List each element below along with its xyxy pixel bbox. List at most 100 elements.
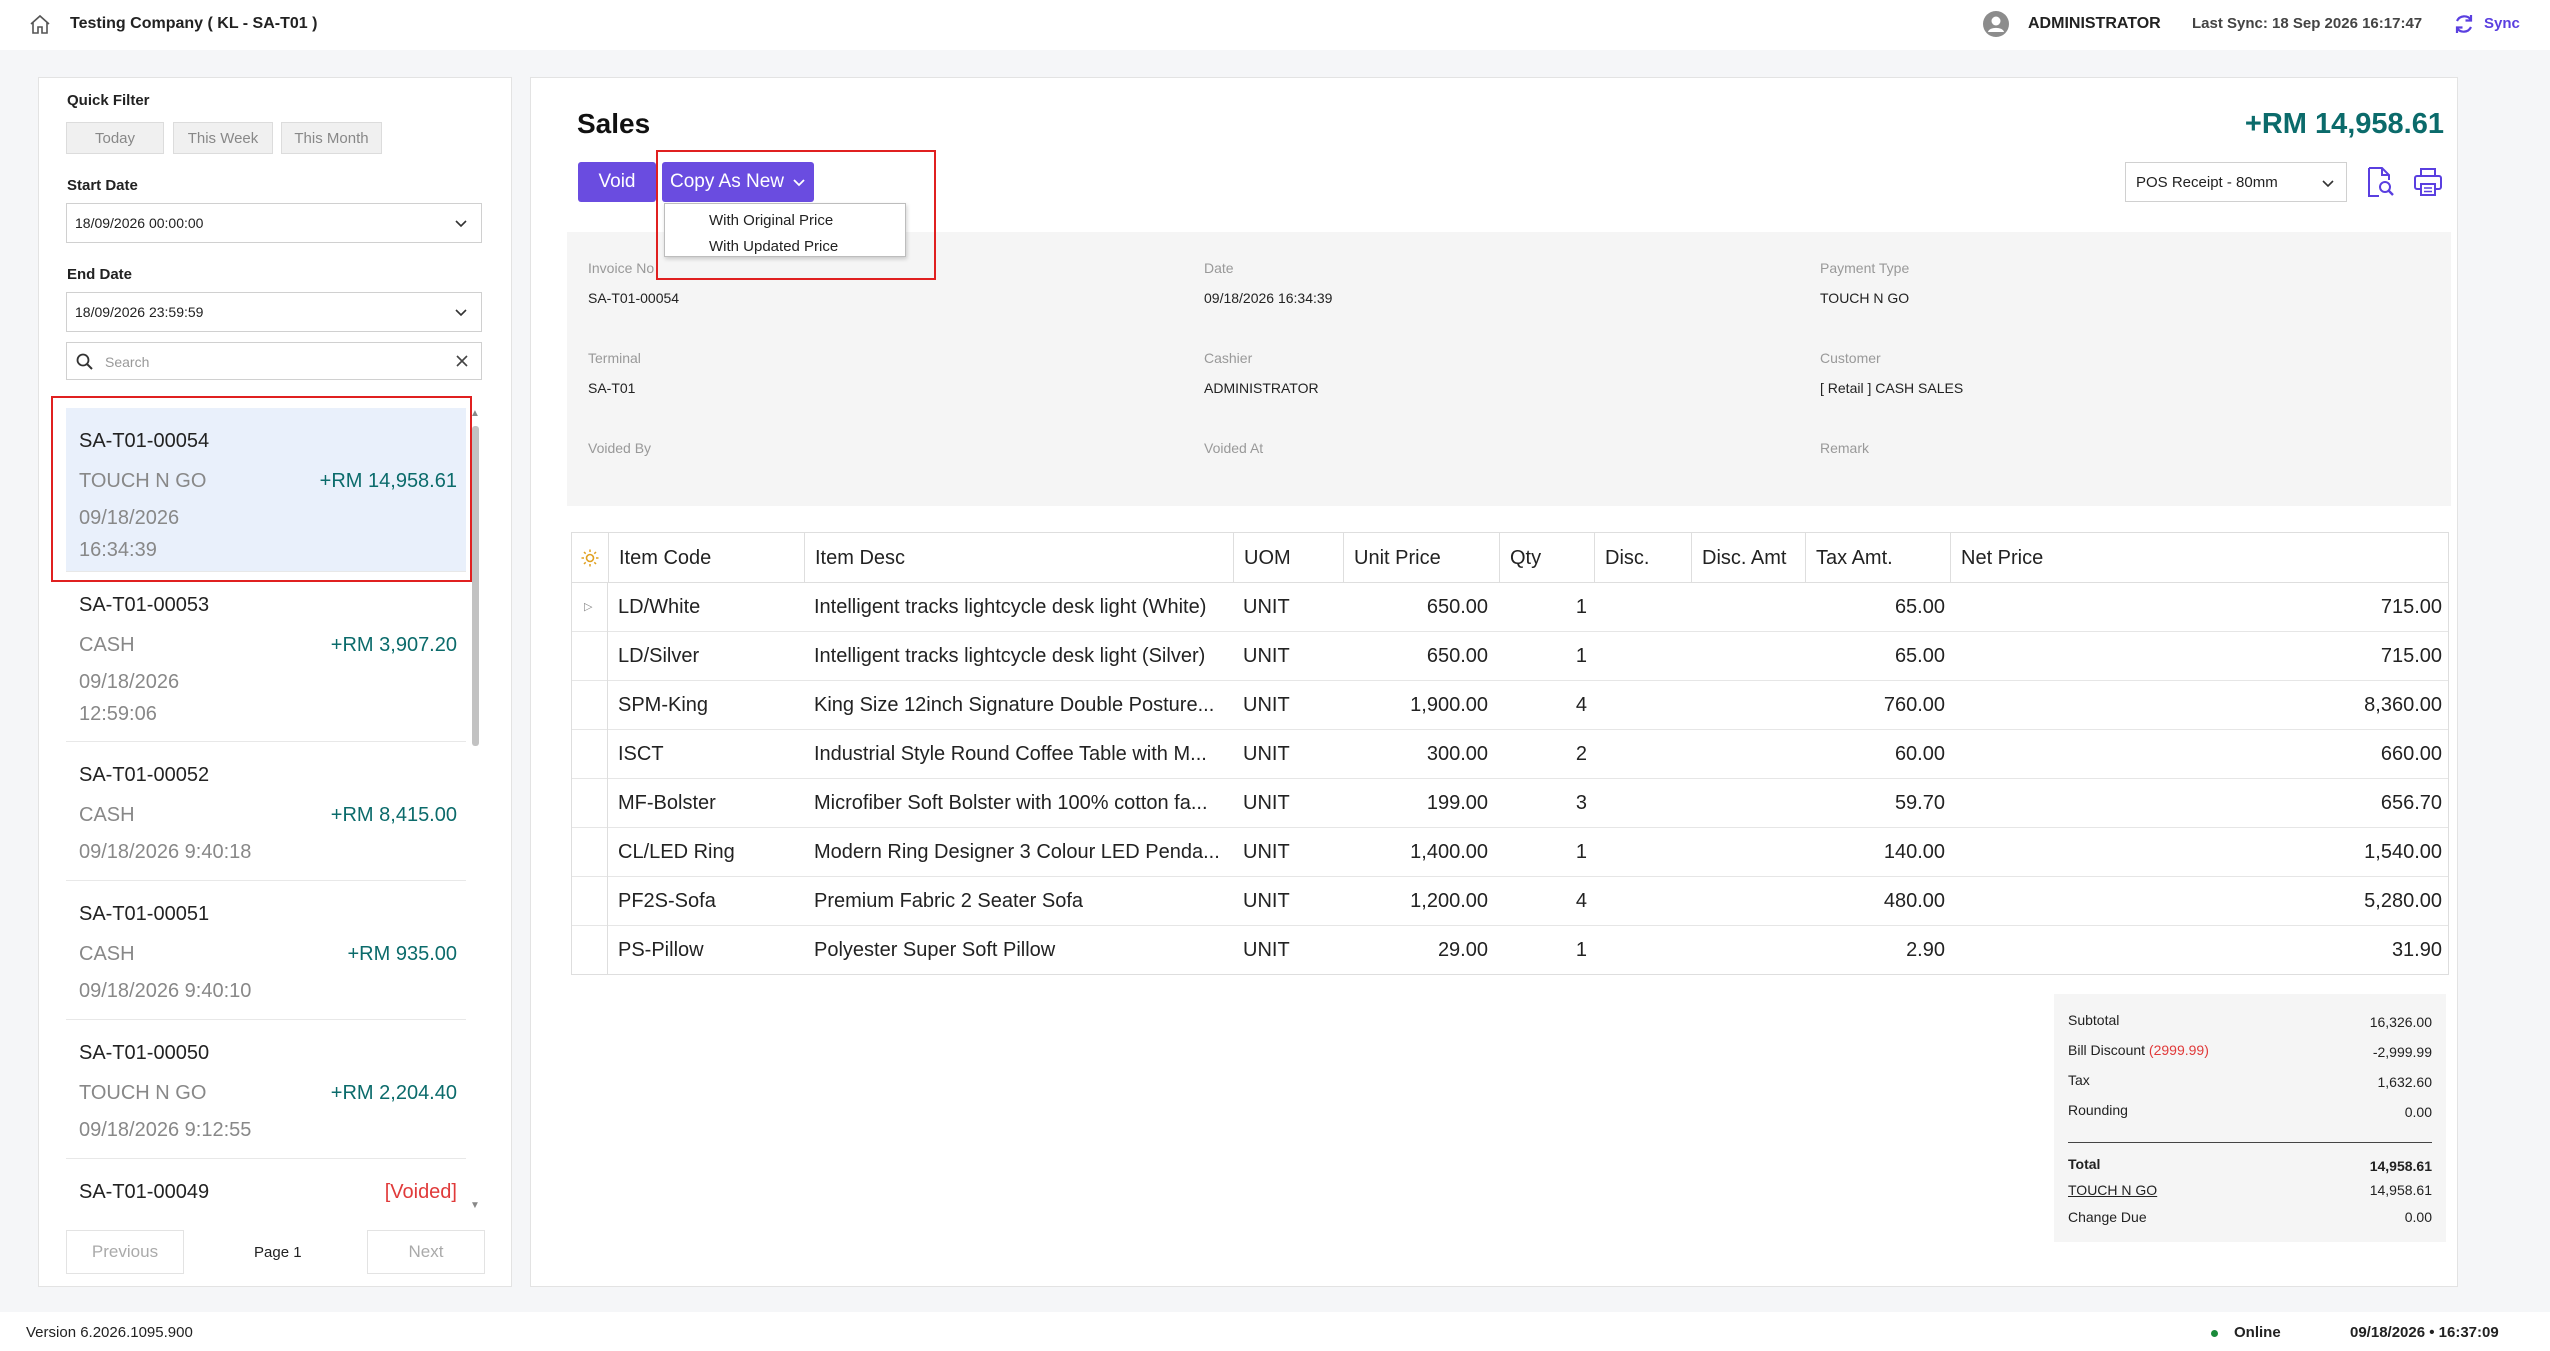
user-name[interactable]: ADMINISTRATOR — [2028, 15, 2161, 33]
start-date-value: 18/09/2026 00:00:00 — [75, 215, 204, 231]
cell-tax-amt: 59.70 — [1894, 792, 1945, 814]
quick-filter-this-month[interactable]: This Month — [281, 122, 382, 154]
cell-net-price: 31.90 — [2391, 939, 2442, 961]
column-item-desc[interactable]: Item Desc — [804, 533, 1231, 583]
end-date-value: 18/09/2026 23:59:59 — [75, 304, 204, 320]
payment-value: 14,958.61 — [2369, 1182, 2432, 1198]
table-row[interactable]: PF2S-Sofa Premium Fabric 2 Seater Sofa U… — [572, 877, 2448, 926]
cell-qty: 3 — [1575, 792, 1587, 814]
voided-by-label: Voided By — [588, 440, 652, 456]
column-item-code[interactable]: Item Code — [608, 533, 808, 583]
copy-as-new-button[interactable]: Copy As New — [662, 162, 814, 202]
row-selector[interactable] — [572, 828, 608, 877]
menu-item-with-updated-price[interactable]: With Updated Price — [709, 238, 838, 255]
totals-summary: Subtotal 16,326.00 Bill Discount (2999.9… — [2054, 994, 2446, 1242]
sale-info-block: Invoice No SA-T01-00054 Date 09/18/2026 … — [567, 232, 2451, 506]
column-disc-amt[interactable]: Disc. Amt — [1691, 533, 1805, 583]
cell-tax-amt: 2.90 — [1906, 939, 1945, 961]
table-row[interactable]: SPM-King King Size 12inch Signature Doub… — [572, 681, 2448, 730]
chevron-down-icon[interactable] — [453, 304, 469, 320]
scroll-down-icon[interactable]: ▼ — [470, 1200, 480, 1211]
list-item-voided-status: [Voided] — [384, 1181, 457, 1203]
table-row[interactable]: ISCT Industrial Style Round Coffee Table… — [572, 730, 2448, 779]
cell-item-desc: Industrial Style Round Coffee Table with… — [814, 743, 1207, 765]
column-tax-amt[interactable]: Tax Amt. — [1805, 533, 1950, 583]
quick-filter-this-week[interactable]: This Week — [173, 122, 273, 154]
table-row[interactable]: CL/LED Ring Modern Ring Designer 3 Colou… — [572, 828, 2448, 877]
previous-page-button[interactable]: Previous — [66, 1230, 184, 1274]
void-button[interactable]: Void — [578, 162, 656, 202]
sync-button[interactable]: Sync — [2484, 15, 2520, 32]
row-selector[interactable] — [572, 730, 608, 779]
column-disc[interactable]: Disc. — [1594, 533, 1691, 583]
table-row[interactable]: LD/Silver Intelligent tracks lightcycle … — [572, 632, 2448, 681]
cell-qty: 1 — [1575, 645, 1587, 667]
row-selector[interactable] — [572, 632, 608, 681]
column-net-price[interactable]: Net Price — [1950, 533, 2450, 583]
quick-filter-today[interactable]: Today — [66, 122, 164, 154]
scroll-up-icon[interactable]: ▲ — [470, 408, 480, 419]
remark-label: Remark — [1820, 440, 1870, 456]
row-selector[interactable] — [572, 779, 608, 828]
row-selector[interactable] — [572, 926, 608, 975]
row-selector[interactable]: ▷ — [572, 583, 608, 632]
cell-net-price: 715.00 — [2380, 596, 2442, 618]
home-icon[interactable] — [28, 13, 52, 37]
list-item-amount: +RM 8,415.00 — [330, 804, 457, 826]
table-row[interactable]: ▷ LD/White Intelligent tracks lightcycle… — [572, 583, 2448, 632]
list-item-code: SA-T01-00053 — [79, 594, 210, 616]
items-table: Item Code Item Desc UOM Unit Price Qty D… — [571, 532, 2449, 975]
cell-item-code: ISCT — [618, 743, 664, 765]
menu-item-with-original-price[interactable]: With Original Price — [709, 212, 833, 229]
print-icon[interactable] — [2412, 166, 2444, 198]
user-avatar-icon[interactable] — [1983, 11, 2009, 37]
cell-disc — [1594, 583, 1686, 632]
invoice-no-label: Invoice No — [588, 260, 655, 276]
row-selector[interactable] — [572, 681, 608, 730]
column-qty[interactable]: Qty — [1499, 533, 1594, 583]
cell-unit-price: 1,400.00 — [1410, 841, 1488, 863]
row-selector[interactable] — [572, 877, 608, 926]
row-expand-icon[interactable]: ▷ — [584, 583, 592, 632]
cell-item-desc: Intelligent tracks lightcycle desk light… — [814, 596, 1207, 618]
cell-item-desc: Modern Ring Designer 3 Colour LED Penda.… — [814, 841, 1220, 863]
list-scrollbar[interactable] — [472, 426, 479, 746]
copy-as-new-menu: With Original Price With Updated Price — [664, 203, 906, 257]
cell-disc-amt — [1691, 632, 1801, 681]
table-row[interactable]: PS-Pillow Polyester Super Soft Pillow UN… — [572, 926, 2448, 975]
list-item-date: 09/18/2026 9:40:10 — [79, 980, 252, 1002]
company-name: Testing Company ( KL - SA-T01 ) — [70, 15, 318, 32]
cell-disc — [1594, 681, 1686, 730]
receipt-format-select[interactable]: POS Receipt - 80mm — [2125, 162, 2347, 202]
voided-at-label: Voided At — [1204, 440, 1264, 456]
list-item[interactable]: SA-T01-00053 CASH +RM 3,907.20 09/18/202… — [66, 572, 466, 742]
chevron-down-icon[interactable] — [453, 215, 469, 231]
list-item[interactable]: SA-T01-00054 TOUCH N GO +RM 14,958.61 09… — [66, 408, 466, 572]
cell-net-price: 1,540.00 — [2364, 841, 2442, 863]
end-date-field[interactable]: 18/09/2026 23:59:59 — [66, 292, 482, 332]
cell-unit-price: 1,900.00 — [1410, 694, 1488, 716]
status-bar: Version 6.2026.1095.900 Online 09/18/202… — [0, 1312, 2550, 1351]
cell-unit-price: 199.00 — [1426, 792, 1488, 814]
column-unit-price[interactable]: Unit Price — [1343, 533, 1492, 583]
column-uom[interactable]: UOM — [1233, 533, 1343, 583]
page-indicator: Page 1 — [254, 1244, 302, 1261]
list-item[interactable]: SA-T01-00051 CASH +RM 935.00 09/18/2026 … — [66, 881, 466, 1020]
subtotal-label: Subtotal — [2068, 1012, 2120, 1028]
list-item[interactable]: SA-T01-00049 [Voided] — [66, 1159, 466, 1212]
search-input[interactable]: Search — [66, 342, 482, 380]
next-page-button[interactable]: Next — [367, 1230, 485, 1274]
list-item-date: 09/18/2026 9:12:55 — [79, 1119, 252, 1141]
print-preview-icon[interactable] — [2365, 166, 2395, 198]
cell-qty: 4 — [1575, 694, 1587, 716]
payment-method-link[interactable]: TOUCH N GO — [2068, 1182, 2157, 1198]
cell-item-code: CL/LED Ring — [618, 841, 735, 863]
column-settings-icon[interactable] — [580, 548, 600, 568]
start-date-field[interactable]: 18/09/2026 00:00:00 — [66, 203, 482, 243]
sync-icon[interactable] — [2452, 12, 2476, 36]
close-icon[interactable] — [453, 352, 471, 370]
table-row[interactable]: MF-Bolster Microfiber Soft Bolster with … — [572, 779, 2448, 828]
receipt-format-value: POS Receipt - 80mm — [2136, 173, 2278, 191]
list-item[interactable]: SA-T01-00052 CASH +RM 8,415.00 09/18/202… — [66, 742, 466, 881]
list-item[interactable]: SA-T01-00050 TOUCH N GO +RM 2,204.40 09/… — [66, 1020, 466, 1159]
